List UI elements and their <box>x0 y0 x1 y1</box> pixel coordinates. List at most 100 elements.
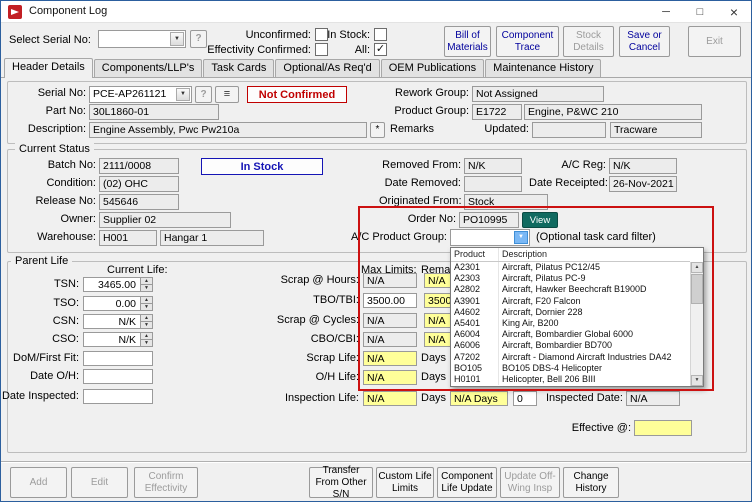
list-item[interactable]: A6006 Aircraft, Bombardier BD700 <box>451 340 690 352</box>
tab-components-llps[interactable]: Components/LLP's <box>93 59 203 77</box>
component-life-update-button[interactable]: Component Life Update <box>437 467 497 498</box>
stock-details-button: Stock Details <box>563 26 614 57</box>
dropdown-col-product-group: Product Group <box>451 248 499 261</box>
dom-first-fit-field[interactable] <box>83 351 153 366</box>
product-group-code: A5401 <box>451 317 499 330</box>
inspection-count-field[interactable]: 0 <box>513 391 537 406</box>
spinner-up-icon[interactable]: ▲ <box>141 333 152 340</box>
list-item[interactable]: A6004 Aircraft, Bombardier Global 6000 <box>451 329 690 341</box>
tab-task-cards[interactable]: Task Cards <box>203 59 275 77</box>
tab-maintenance-history[interactable]: Maintenance History <box>485 59 602 77</box>
chevron-down-icon[interactable]: ▼ <box>170 32 184 46</box>
minimize-button[interactable]: ─ <box>649 1 683 22</box>
maximize-button[interactable]: □ <box>683 1 717 22</box>
list-item[interactable]: A3901 Aircraft, F20 Falcon <box>451 295 690 307</box>
spinner-up-icon[interactable]: ▲ <box>141 297 152 304</box>
date-inspected-label: Date Inspected: <box>1 390 79 402</box>
serial-help-button: ? <box>195 86 212 103</box>
product-group-desc: Aircraft, Bombardier Global 6000 <box>502 329 634 340</box>
originated-from-field: Stock <box>464 194 548 210</box>
chevron-down-icon[interactable]: ▼ <box>514 231 528 244</box>
product-group-desc: Aircraft, Hawker Beechcraft B1900D <box>502 284 647 295</box>
cso-field[interactable]: N/K ▲ ▼ <box>83 332 153 347</box>
spinner-down-icon[interactable]: ▼ <box>141 322 152 328</box>
all-label: All: <box>354 44 370 56</box>
list-item[interactable]: A2301 Aircraft, Pilatus PC12/45 <box>451 262 690 274</box>
chevron-down-icon[interactable]: ▼ <box>176 88 190 101</box>
date-oh-field[interactable] <box>83 369 153 384</box>
ac-product-group-combo[interactable]: ▼ <box>450 229 530 246</box>
dom-first-fit-label: DoM/First Fit: <box>13 352 79 364</box>
confirm-effectivity-label: Confirm Effectivity <box>144 470 188 494</box>
tsn-field[interactable]: 3465.00 ▲ ▼ <box>83 277 153 292</box>
spinner-down-icon[interactable]: ▼ <box>141 340 152 346</box>
list-item[interactable]: A4602 Aircraft, Dornier 228 <box>451 306 690 318</box>
cso-spinner[interactable]: ▲ ▼ <box>140 333 152 346</box>
report-icon: ≡ <box>223 87 231 100</box>
csn-spinner[interactable]: ▲ ▼ <box>140 315 152 328</box>
transfer-label: Transfer From Other S/N <box>315 464 367 500</box>
tab-oem-publications[interactable]: OEM Publications <box>380 59 485 77</box>
list-item[interactable]: A7202 Aircraft - Diamond Aircraft Industr… <box>451 351 690 363</box>
bill-of-materials-button[interactable]: Bill of Materials <box>444 26 491 57</box>
effective-at-label: Effective @: <box>571 422 631 434</box>
tab-header-details[interactable]: Header Details <box>4 58 93 78</box>
close-icon: × <box>729 3 739 20</box>
help-icon: ? <box>200 88 207 100</box>
serial-no-combo[interactable]: PCE-AP261121 ▼ <box>89 86 192 103</box>
serial-no-label: Serial No: <box>37 87 86 99</box>
dropdown-col-description: Description <box>502 249 548 259</box>
remarks-button[interactable]: * <box>370 122 385 138</box>
order-no-field: PO10995 <box>459 212 519 228</box>
product-group-code-field: E1722 <box>472 104 522 120</box>
product-group-code: A2301 <box>451 262 499 274</box>
spinner-down-icon[interactable]: ▼ <box>141 304 152 310</box>
part-no-label: Part No: <box>45 105 86 117</box>
tso-field[interactable]: 0.00 ▲ ▼ <box>83 296 153 311</box>
exit-label: Exit <box>706 35 723 47</box>
release-no-label: Release No: <box>35 195 96 207</box>
bottom-divider <box>1 461 751 463</box>
product-group-code: A3901 <box>451 295 499 307</box>
save-or-cancel-button[interactable]: Save or Cancel <box>619 26 670 57</box>
close-button[interactable]: × <box>717 1 751 22</box>
scrollbar-thumb[interactable] <box>691 274 703 304</box>
tbo-tbi-max-field[interactable]: 3500.00 <box>363 293 417 308</box>
product-group-code: A7202 <box>451 351 499 363</box>
tab-optional-as-reqd[interactable]: Optional/As Req'd <box>275 59 380 77</box>
scroll-down-icon[interactable]: ▼ <box>691 375 703 386</box>
component-trace-button[interactable]: Component Trace <box>496 26 559 57</box>
list-item[interactable]: A5401 King Air, B200 <box>451 317 690 330</box>
spinner-up-icon[interactable]: ▲ <box>141 278 152 285</box>
select-serial-combo[interactable]: ▼ <box>98 30 186 48</box>
all-checkbox[interactable]: ✓ <box>374 43 387 56</box>
component-life-update-label: Component Life Update <box>441 470 493 494</box>
product-group-desc: Aircraft, F20 Falcon <box>502 295 581 306</box>
spinner-up-icon[interactable]: ▲ <box>141 315 152 322</box>
dropdown-scrollbar[interactable]: ▲ ▼ <box>690 262 703 386</box>
oh-life-days-label: Days <box>421 371 447 383</box>
spinner-down-icon[interactable]: ▼ <box>141 285 152 291</box>
transfer-from-other-sn-button[interactable]: Transfer From Other S/N <box>309 464 373 500</box>
csn-field[interactable]: N/K ▲ ▼ <box>83 314 153 329</box>
list-item[interactable]: A2303 Aircraft, Pilatus PC-9 <box>451 273 690 285</box>
custom-life-limits-button[interactable]: Custom Life Limits <box>376 467 434 498</box>
product-group-code: BO105 <box>451 362 499 374</box>
view-order-button[interactable]: View <box>522 212 558 228</box>
tsn-spinner[interactable]: ▲ ▼ <box>140 278 152 291</box>
list-item[interactable]: BO105 BO105 DBS-4 Helicopter <box>451 362 690 374</box>
cso-label: CSO: <box>52 333 79 345</box>
csn-value: N/K <box>118 316 136 328</box>
change-history-button[interactable]: Change History <box>563 467 619 498</box>
inspection-life-remaining-field: N/A Days <box>450 391 508 406</box>
date-inspected-field[interactable] <box>83 389 153 404</box>
list-item[interactable]: A2802 Aircraft, Hawker Beechcraft B1900D <box>451 284 690 296</box>
list-item[interactable]: H0101 Helicopter, Bell 206 BIII <box>451 373 690 386</box>
effectivity-confirmed-checkbox[interactable] <box>315 43 328 56</box>
tso-spinner[interactable]: ▲ ▼ <box>140 297 152 310</box>
in-stock-checkbox[interactable] <box>374 28 387 41</box>
serial-report-button[interactable]: ≡ <box>215 86 239 103</box>
scroll-up-icon[interactable]: ▲ <box>691 262 703 273</box>
tab-bar: Header Details Components/LLP's Task Car… <box>1 58 751 78</box>
effective-at-field[interactable] <box>634 420 692 436</box>
